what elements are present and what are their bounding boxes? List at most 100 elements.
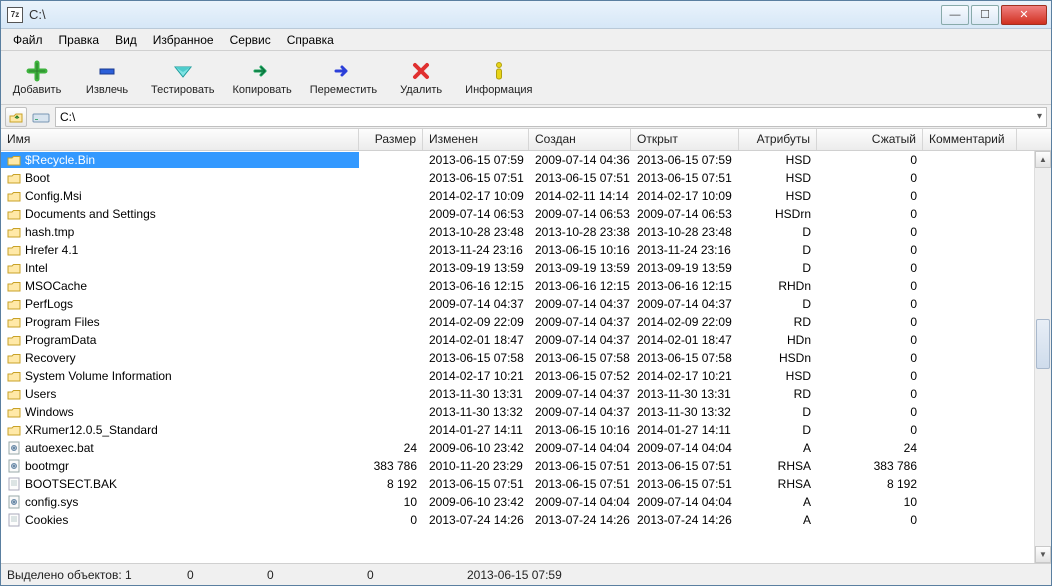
cell-accessed: 2013-06-15 07:51 [631, 170, 739, 186]
maximize-button[interactable]: ☐ [971, 5, 999, 25]
cell-created: 2013-07-24 14:26 [529, 512, 631, 528]
table-row[interactable]: Boot2013-06-15 07:512013-06-15 07:512013… [1, 169, 1034, 187]
table-row[interactable]: Config.Msi2014-02-17 10:092014-02-11 14:… [1, 187, 1034, 205]
menu-item-5[interactable]: Справка [279, 31, 342, 49]
toolbar-delete-button[interactable]: Удалить [391, 58, 451, 98]
minimize-button[interactable]: — [941, 5, 969, 25]
cell-modified: 2013-06-15 07:51 [423, 476, 529, 492]
window-controls: — ☐ ✕ [939, 5, 1047, 25]
cell-name: Program Files [1, 314, 359, 330]
cell-compressed: 0 [817, 350, 923, 366]
col-name[interactable]: Имя [1, 129, 359, 150]
cell-created: 2013-06-15 07:51 [529, 476, 631, 492]
toolbar-label: Добавить [13, 84, 62, 96]
cell-compressed: 8 192 [817, 476, 923, 492]
app-icon: 7z [7, 7, 23, 23]
menu-item-2[interactable]: Вид [107, 31, 145, 49]
scroll-down-icon[interactable]: ▼ [1035, 546, 1051, 563]
col-created[interactable]: Создан [529, 129, 631, 150]
folder-icon [7, 243, 21, 257]
cell-attr: D [739, 242, 817, 258]
cell-comment [923, 195, 1017, 197]
table-row[interactable]: PerfLogs2009-07-14 04:372009-07-14 04:37… [1, 295, 1034, 313]
toolbar-label: Информация [465, 84, 532, 96]
cell-attr: D [739, 404, 817, 420]
cell-created: 2009-07-14 04:37 [529, 386, 631, 402]
table-row[interactable]: autoexec.bat242009-06-10 23:422009-07-14… [1, 439, 1034, 457]
cell-compressed: 0 [817, 152, 923, 168]
table-row[interactable]: BOOTSECT.BAK8 1922013-06-15 07:512013-06… [1, 475, 1034, 493]
col-comment[interactable]: Комментарий [923, 129, 1017, 150]
col-modified[interactable]: Изменен [423, 129, 529, 150]
table-row[interactable]: Hrefer 4.12013-11-24 23:162013-06-15 10:… [1, 241, 1034, 259]
col-compressed[interactable]: Сжатый [817, 129, 923, 150]
folder-icon [7, 369, 21, 383]
table-row[interactable]: Users2013-11-30 13:312009-07-14 04:37201… [1, 385, 1034, 403]
close-button[interactable]: ✕ [1001, 5, 1047, 25]
scroll-thumb[interactable] [1036, 319, 1050, 369]
table-row[interactable]: MSOCache2013-06-16 12:152013-06-16 12:15… [1, 277, 1034, 295]
cell-comment [923, 213, 1017, 215]
toolbar-add-button[interactable]: Добавить [7, 58, 67, 98]
cell-created: 2009-07-14 04:37 [529, 296, 631, 312]
file-list[interactable]: $Recycle.Bin2013-06-15 07:592009-07-14 0… [1, 151, 1034, 563]
table-row[interactable]: config.sys102009-06-10 23:422009-07-14 0… [1, 493, 1034, 511]
table-row[interactable]: hash.tmp2013-10-28 23:482013-10-28 23:38… [1, 223, 1034, 241]
menu-item-0[interactable]: Файл [5, 31, 51, 49]
folder-icon [7, 225, 21, 239]
cell-modified: 2013-06-15 07:59 [423, 152, 529, 168]
vertical-scrollbar[interactable]: ▲ ▼ [1034, 151, 1051, 563]
cell-accessed: 2013-09-19 13:59 [631, 260, 739, 276]
col-attributes[interactable]: Атрибуты [739, 129, 817, 150]
col-size[interactable]: Размер [359, 129, 423, 150]
cell-created: 2009-07-14 04:37 [529, 314, 631, 330]
cell-name: ProgramData [1, 332, 359, 348]
toolbar-info-button[interactable]: Информация [461, 58, 536, 98]
scroll-up-icon[interactable]: ▲ [1035, 151, 1051, 168]
toolbar-test-button[interactable]: Тестировать [147, 58, 219, 98]
table-row[interactable]: Intel2013-09-19 13:592013-09-19 13:59201… [1, 259, 1034, 277]
table-row[interactable]: Program Files2014-02-09 22:092009-07-14 … [1, 313, 1034, 331]
cell-modified: 2013-10-28 23:48 [423, 224, 529, 240]
toolbar-copy-button[interactable]: Копировать [229, 58, 296, 98]
up-button[interactable] [5, 107, 27, 127]
table-row[interactable]: Windows2013-11-30 13:322009-07-14 04:372… [1, 403, 1034, 421]
menu-item-4[interactable]: Сервис [222, 31, 279, 49]
dropdown-icon[interactable]: ▾ [1037, 111, 1042, 122]
menu-item-1[interactable]: Правка [51, 31, 108, 49]
cell-accessed: 2009-07-14 04:04 [631, 440, 739, 456]
info-icon [488, 60, 510, 82]
cell-name: Windows [1, 404, 359, 420]
cell-size [359, 285, 423, 287]
cell-comment [923, 321, 1017, 323]
cell-compressed: 0 [817, 260, 923, 276]
cell-attr: HSDrn [739, 206, 817, 222]
cell-accessed: 2013-06-15 07:51 [631, 476, 739, 492]
table-row[interactable]: System Volume Information2014-02-17 10:2… [1, 367, 1034, 385]
file-icon [7, 513, 21, 527]
folder-icon [7, 207, 21, 221]
menu-item-3[interactable]: Избранное [145, 31, 222, 49]
table-row[interactable]: bootmgr383 7862010-11-20 23:292013-06-15… [1, 457, 1034, 475]
table-row[interactable]: XRumer12.0.5_Standard2014-01-27 14:11201… [1, 421, 1034, 439]
cell-name: Hrefer 4.1 [1, 242, 359, 258]
col-accessed[interactable]: Открыт [631, 129, 739, 150]
table-row[interactable]: $Recycle.Bin2013-06-15 07:592009-07-14 0… [1, 151, 1034, 169]
cell-size [359, 231, 423, 233]
cell-compressed: 0 [817, 170, 923, 186]
cell-comment [923, 411, 1017, 413]
toolbar-move-button[interactable]: Переместить [306, 58, 381, 98]
scroll-track[interactable] [1035, 168, 1051, 546]
list-header: Имя Размер Изменен Создан Открыт Атрибут… [1, 129, 1051, 151]
cell-comment [923, 465, 1017, 467]
table-row[interactable]: Recovery2013-06-15 07:582013-06-15 07:58… [1, 349, 1034, 367]
path-input[interactable]: C:\ ▾ [55, 107, 1047, 127]
path-text: C:\ [60, 110, 75, 124]
table-row[interactable]: ProgramData2014-02-01 18:472009-07-14 04… [1, 331, 1034, 349]
table-row[interactable]: Cookies02013-07-24 14:262013-07-24 14:26… [1, 511, 1034, 529]
toolbar-extract-button[interactable]: Извлечь [77, 58, 137, 98]
table-row[interactable]: Documents and Settings2009-07-14 06:5320… [1, 205, 1034, 223]
cell-comment [923, 285, 1017, 287]
folder-icon [7, 297, 21, 311]
cell-size: 8 192 [359, 476, 423, 492]
